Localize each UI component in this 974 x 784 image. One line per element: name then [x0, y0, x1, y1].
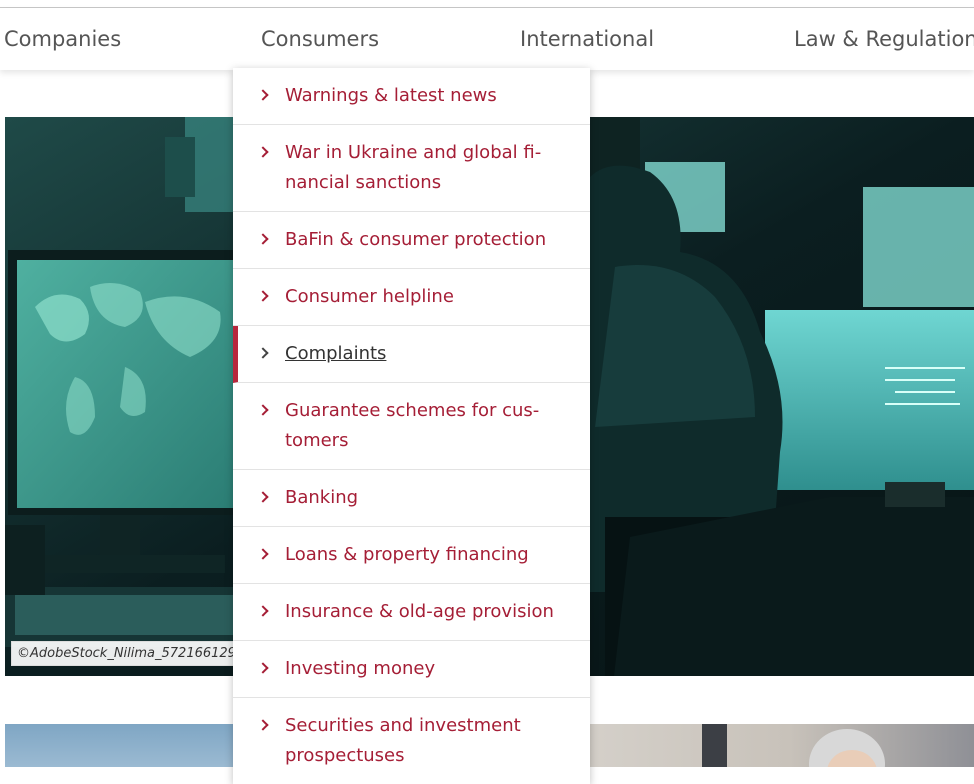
- menu-item-bafin-and-consumer-protection[interactable]: BaFin & consumer protection: [233, 212, 590, 269]
- menu-item-banking[interactable]: Banking: [233, 470, 590, 527]
- chevron-right-icon: [257, 146, 269, 158]
- menu-item-warnings-and-latest-news[interactable]: Warnings & latest news: [233, 68, 590, 125]
- menu-item-label: prospectuses: [285, 745, 405, 766]
- menu-item-complaints[interactable]: Complaints: [233, 326, 590, 383]
- menu-item-consumer-helpline[interactable]: Consumer helpline: [233, 269, 590, 326]
- menu-item-investing-money[interactable]: Investing money: [233, 641, 590, 698]
- nav-item-international[interactable]: International: [520, 27, 654, 51]
- menu-item-label: Banking: [285, 487, 359, 508]
- chevron-right-icon: [257, 605, 269, 617]
- chevron-right-icon: [257, 548, 269, 560]
- menu-item-securities-and-investment-prospectuses[interactable]: Securities and investment prospectuses: [233, 698, 590, 784]
- chevron-right-icon: [257, 233, 269, 245]
- menu-item-label: Complaints: [285, 343, 387, 364]
- nav-item-law-regulation[interactable]: Law & Regulation: [794, 27, 974, 51]
- chevron-right-icon: [257, 662, 269, 674]
- chevron-right-icon: [257, 404, 269, 416]
- chevron-right-icon: [257, 347, 269, 359]
- consumers-dropdown-menu: Warnings & latest news War in Ukraine and…: [233, 68, 590, 784]
- chevron-right-icon: [257, 290, 269, 302]
- menu-item-loans-and-property-financing[interactable]: Loans & property financing: [233, 527, 590, 584]
- menu-item-war-in-ukraine-and-global-financial-sanctions[interactable]: War in Ukraine and global fi-nancial san…: [233, 125, 590, 212]
- menu-item-label: Warnings & latest news: [285, 85, 497, 106]
- menu-item-label: War in Ukraine and global fi-: [285, 142, 542, 163]
- chevron-right-icon: [257, 89, 269, 101]
- menu-item-label: Investing money: [285, 658, 436, 679]
- chevron-right-icon: [257, 491, 269, 503]
- menu-item-label: Securities and investment: [285, 715, 521, 736]
- menu-item-label: Guarantee schemes for cus-: [285, 400, 540, 421]
- nav-item-consumers[interactable]: Consumers: [261, 27, 379, 51]
- menu-item-label: Insurance & old-age provision: [285, 601, 554, 622]
- chevron-right-icon: [257, 719, 269, 731]
- menu-item-label: Consumer helpline: [285, 286, 454, 307]
- menu-item-label: Loans & property financing: [285, 544, 529, 565]
- menu-item-label: nancial sanctions: [285, 172, 442, 193]
- main-navigation: Companies Consumers International Law & …: [0, 8, 974, 70]
- menu-item-guarantee-schemes-for-customers[interactable]: Guarantee schemes for cus-tomers: [233, 383, 590, 470]
- image-credit: ©AdobeStock_Nilima_572166129: [11, 641, 242, 666]
- nav-item-companies[interactable]: Companies: [4, 27, 121, 51]
- menu-item-label: BaFin & consumer protection: [285, 229, 547, 250]
- menu-item-insurance-and-old-age-provision[interactable]: Insurance & old-age provision: [233, 584, 590, 641]
- menu-item-label: tomers: [285, 430, 349, 451]
